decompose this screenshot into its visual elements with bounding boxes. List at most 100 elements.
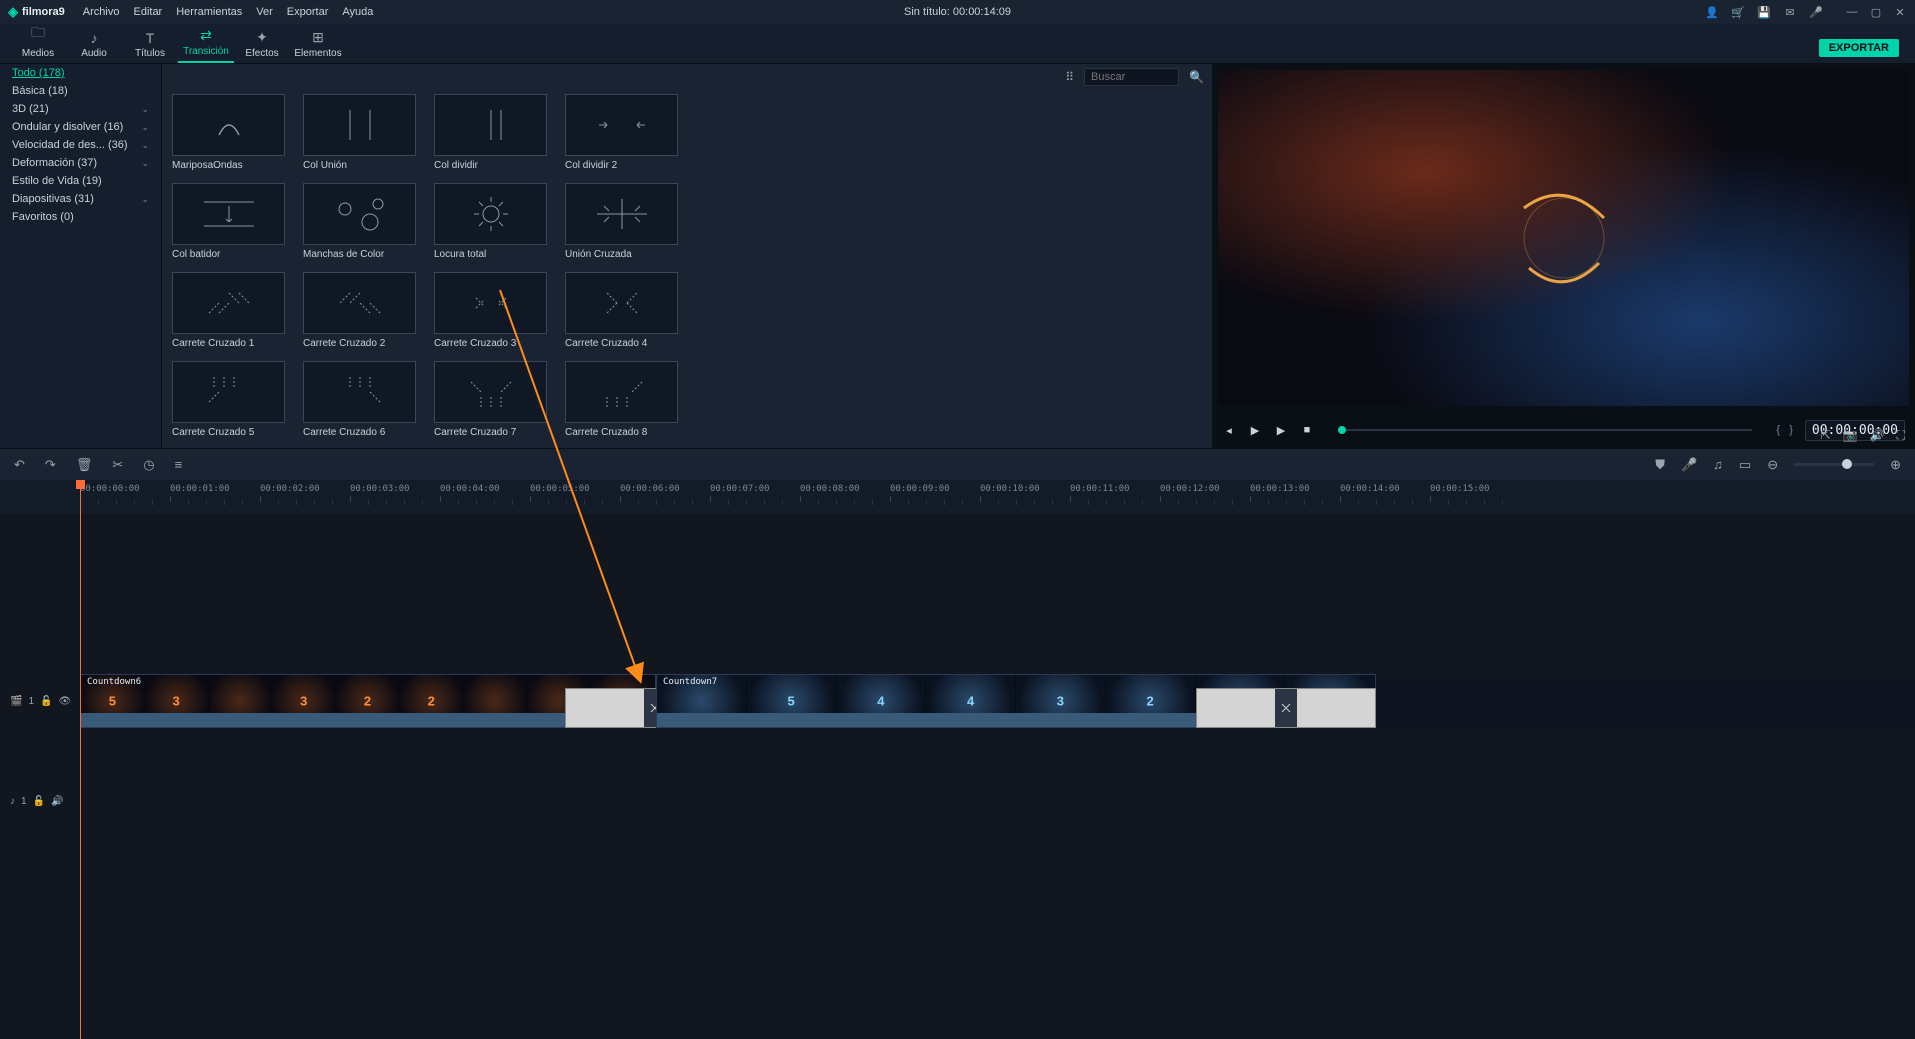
tab-label: Audio (81, 48, 107, 59)
undo-button[interactable]: ↶ (14, 457, 25, 473)
cat-estilo[interactable]: Estilo de Vida (19) (0, 172, 161, 190)
menu-ver[interactable]: Ver (256, 6, 273, 18)
minimize-icon[interactable]: — (1845, 5, 1859, 19)
cat-favoritos[interactable]: Favoritos (0) (0, 208, 161, 226)
menu-exportar[interactable]: Exportar (287, 6, 329, 18)
cat-todo[interactable]: Todo (178) (0, 64, 161, 82)
voiceover-icon[interactable]: 🎤 (1681, 457, 1697, 473)
brand: ◈ filmora9 (8, 4, 65, 20)
gallery-grid[interactable]: MariposaOndas Col Unión Col dividir Col … (162, 90, 1212, 448)
cat-diapositivas[interactable]: Diapositivas (31)⌄ (0, 190, 161, 208)
ruler-tick: 00:00:07:00 (710, 484, 770, 502)
tab-elementos[interactable]: ⊞ Elementos (290, 29, 346, 63)
audio-track[interactable] (80, 754, 1915, 794)
zoom-slider[interactable] (1794, 463, 1874, 466)
timeline-ruler[interactable]: 00:00:00:0000:00:01:0000:00:02:0000:00:0… (0, 480, 1915, 514)
search-input[interactable] (1084, 68, 1179, 86)
mic-icon[interactable]: 🎤 (1809, 5, 1823, 19)
playhead[interactable] (80, 480, 81, 1039)
gallery-item[interactable]: Unión Cruzada (565, 183, 678, 268)
lock-icon[interactable]: 🔓 (40, 696, 52, 707)
menu-herramientas[interactable]: Herramientas (176, 6, 242, 18)
tab-label: Títulos (135, 48, 165, 59)
grid-view-icon[interactable]: ⠿ (1065, 70, 1074, 84)
zoom-out-icon[interactable]: ⊖ (1767, 457, 1778, 473)
marker-button[interactable]: ◷ (143, 457, 154, 473)
marker-braces[interactable]: { } (1776, 424, 1793, 436)
gallery-item[interactable]: Locura total (434, 183, 547, 268)
video-preview[interactable] (1218, 70, 1909, 406)
gallery-item[interactable]: Col dividir 2 (565, 94, 678, 179)
user-icon[interactable]: 👤 (1705, 5, 1719, 19)
gallery-item[interactable]: Carrete Cruzado 8 (565, 361, 678, 446)
snapshot-icon[interactable]: 📷 (1843, 428, 1858, 443)
brand-icon: ◈ (8, 4, 18, 20)
clip-name: Countdown6 (87, 677, 141, 687)
zoom-in-icon[interactable]: ⊕ (1890, 457, 1901, 473)
gallery-item[interactable]: Carrete Cruzado 1 (172, 272, 285, 357)
lock-icon[interactable]: 🔓 (33, 796, 45, 807)
close-icon[interactable]: ✕ (1893, 5, 1907, 19)
menu-editar[interactable]: Editar (133, 6, 162, 18)
titlebar: ◈ filmora9 Archivo Editar Herramientas V… (0, 0, 1915, 24)
gallery-item[interactable]: Manchas de Color (303, 183, 416, 268)
video-track[interactable]: Countdown6 5 3 3 2 2 3 Countdown7 (80, 674, 1915, 728)
redo-button[interactable]: ↷ (45, 457, 56, 473)
ruler-tick: 00:00:12:00 (1160, 484, 1220, 502)
ruler-tick: 00:00:11:00 (1070, 484, 1130, 502)
cat-basica[interactable]: Básica (18) (0, 82, 161, 100)
export-button[interactable]: EXPORTAR (1819, 39, 1899, 57)
adjust-button[interactable]: ≡ (175, 457, 183, 472)
transition-icon: ⇄ (200, 27, 212, 44)
preview-scrubber[interactable] (1338, 429, 1752, 431)
tab-audio[interactable]: ♪ Audio (66, 30, 122, 63)
delete-button[interactable]: 🗑 (76, 457, 93, 473)
tab-label: Transición (183, 46, 229, 57)
gallery-item[interactable]: Carrete Cruzado 6 (303, 361, 416, 446)
stop-button[interactable]: ■ (1300, 424, 1314, 436)
menu-ayuda[interactable]: Ayuda (342, 6, 373, 18)
search-icon[interactable]: 🔍 (1189, 70, 1204, 84)
shield-icon[interactable]: ⛊ (1655, 457, 1665, 473)
transition-drop-2[interactable] (1196, 688, 1376, 728)
gallery-item[interactable]: Carrete Cruzado 7 (434, 361, 547, 446)
gallery-item[interactable]: Col batidor (172, 183, 285, 268)
volume-icon[interactable]: 🔊 (1870, 428, 1885, 443)
transition-gallery: ⠿ 🔍 MariposaOndas Col Unión Col dividir … (162, 64, 1212, 448)
menu-archivo[interactable]: Archivo (83, 6, 120, 18)
cart-icon[interactable]: 🛒 (1731, 5, 1745, 19)
render-icon[interactable]: ▭ (1739, 457, 1751, 473)
mute-icon[interactable]: 🔊 (51, 796, 63, 807)
mail-icon[interactable]: ✉ (1783, 5, 1797, 19)
gallery-item[interactable]: Carrete Cruzado 5 (172, 361, 285, 446)
gallery-item[interactable]: Carrete Cruzado 3 (434, 272, 547, 357)
gallery-item[interactable]: Col dividir (434, 94, 547, 179)
cat-ondular[interactable]: Ondular y disolver (16)⌄ (0, 118, 161, 136)
cat-velocidad[interactable]: Velocidad de des... (36)⌄ (0, 136, 161, 154)
detach-icon[interactable]: ⇱ (1821, 428, 1831, 443)
split-button[interactable]: ✂ (112, 457, 123, 473)
ruler-tick: 00:00:08:00 (800, 484, 860, 502)
play-all-button[interactable]: ▶ (1274, 424, 1288, 437)
tab-titulos[interactable]: T Títulos (122, 30, 178, 63)
tab-medios[interactable]: 🗀 Medios (10, 22, 66, 63)
cat-3d[interactable]: 3D (21)⌄ (0, 100, 161, 118)
tab-efectos[interactable]: ✦ Efectos (234, 29, 290, 63)
mixer-icon[interactable]: ♫ (1713, 457, 1723, 472)
ruler-tick: 00:00:13:00 (1250, 484, 1310, 502)
gallery-item[interactable]: Carrete Cruzado 2 (303, 272, 416, 357)
maximize-icon[interactable]: ▢ (1869, 5, 1883, 19)
audio-track-label: 1 (21, 796, 27, 807)
play-button[interactable]: ▶ (1248, 424, 1262, 437)
cat-deformacion[interactable]: Deformación (37)⌄ (0, 154, 161, 172)
prev-frame-button[interactable]: ◂ (1222, 424, 1236, 437)
tab-transicion[interactable]: ⇄ Transición (178, 27, 234, 63)
fullscreen-icon[interactable]: ⛶ (1897, 428, 1905, 443)
gallery-item[interactable]: MariposaOndas (172, 94, 285, 179)
ruler-tick: 00:00:15:00 (1430, 484, 1490, 502)
gallery-item[interactable]: Col Unión (303, 94, 416, 179)
save-icon[interactable]: 💾 (1757, 5, 1771, 19)
eye-icon[interactable]: 👁 (58, 696, 71, 707)
video-track-header: 🎬 1 🔓 👁 (0, 674, 80, 728)
gallery-item[interactable]: Carrete Cruzado 4 (565, 272, 678, 357)
